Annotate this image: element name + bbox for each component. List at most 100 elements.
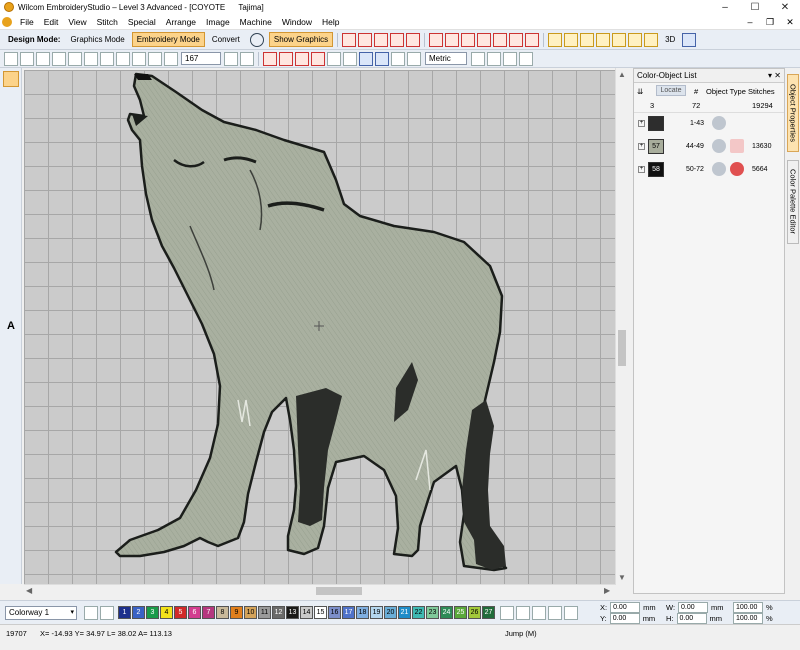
effect-icon[interactable] [644,32,659,47]
menu-arrange[interactable]: Arrange [161,17,201,27]
design-summary-row[interactable]: 3 72 19294 [634,99,784,113]
stitch-type-icon[interactable] [390,32,405,47]
color-chip[interactable]: 7 [202,606,215,619]
h-input[interactable]: 0.00 [676,613,707,624]
save-icon[interactable] [36,51,50,66]
zoom-in-icon[interactable] [148,51,162,66]
color-chip[interactable]: 22 [412,606,425,619]
color-chip[interactable]: 1 [118,606,131,619]
menu-image[interactable]: Image [201,17,235,27]
show-fills-icon[interactable] [295,51,309,66]
color-chip[interactable]: 8 [216,606,229,619]
satin-icon[interactable] [3,166,19,182]
color-chip[interactable]: 9 [230,606,243,619]
menu-file[interactable]: File [15,17,39,27]
cut-icon[interactable] [68,51,82,66]
color-chip[interactable]: 5 [174,606,187,619]
horizontal-scrollbar[interactable]: ◀ ▶ [24,584,615,596]
print-icon[interactable] [52,51,66,66]
grid-icon[interactable] [240,51,254,66]
add-color-icon[interactable] [500,605,514,620]
color-chip[interactable]: 6 [188,606,201,619]
knife-icon[interactable] [3,128,19,144]
collapse-all-icon[interactable]: ⇊ [637,87,643,96]
menu-window[interactable]: Window [277,17,317,27]
color-chip[interactable]: 14 [300,606,313,619]
fill-type-icon[interactable] [461,32,476,47]
preferences-icon[interactable] [487,51,501,66]
stitch-type-icon[interactable] [342,32,357,47]
globe-icon[interactable] [249,32,264,47]
stitch-type-icon[interactable] [406,32,421,47]
color-row[interactable]: + 57 44-49 13630 [634,136,784,159]
globe-small-icon[interactable] [407,51,421,66]
colorway-select[interactable]: Colorway 1 ▾ [5,605,77,620]
show-vectors-icon[interactable] [343,51,357,66]
convert-button[interactable]: Convert [207,32,245,47]
x-input[interactable]: 0.00 [610,602,641,613]
scroll-right-icon[interactable]: ▶ [604,586,610,595]
color-chip[interactable]: 26 [468,606,481,619]
panel-controls[interactable]: ▾ ✕ [768,69,781,82]
magnet-icon[interactable] [3,242,19,258]
color-chip[interactable]: 12 [272,606,285,619]
scroll-left-icon[interactable]: ◀ [26,586,32,595]
fill-icon[interactable] [3,185,19,201]
menu-help[interactable]: Help [317,17,344,27]
expand-icon[interactable]: + [638,166,645,173]
lettering-icon[interactable]: A [3,318,19,334]
fill-type-icon[interactable] [493,32,508,47]
graphics-mode-button[interactable]: Graphics Mode [65,32,129,47]
stitch-type-icon[interactable] [374,32,389,47]
color-chip[interactable]: 4 [160,606,173,619]
minimize-button[interactable]: – [710,0,740,14]
scale-x-input[interactable]: 100.00 [733,602,763,613]
color-chip[interactable]: 17 [342,606,355,619]
hoop-icon[interactable] [375,51,389,66]
effect-icon[interactable] [548,32,563,47]
w-input[interactable]: 0.00 [678,602,709,613]
vertical-scrollbar[interactable]: ▲ ▼ [615,68,627,585]
color-chip[interactable]: 21 [398,606,411,619]
panel-toggle-icon[interactable] [519,51,533,66]
color-chip[interactable]: 25 [454,606,467,619]
view-icon[interactable] [682,32,697,47]
view-3d-button[interactable]: 3D [660,32,680,47]
applique-icon[interactable] [3,375,19,391]
fill-type-icon[interactable] [477,32,492,47]
wolf-embroidery-design[interactable] [24,70,615,584]
effect-icon[interactable] [564,32,579,47]
design-canvas[interactable] [24,70,615,584]
show-connectors-icon[interactable] [311,51,325,66]
show-stitches-icon[interactable] [263,51,277,66]
column-object-type[interactable]: Object Type [706,87,746,96]
copy-icon[interactable] [84,51,98,66]
color-chip[interactable]: 13 [286,606,299,619]
open-icon[interactable] [20,51,34,66]
zoom-input[interactable]: 167 [181,52,221,65]
effect-icon[interactable] [628,32,643,47]
fill-type-icon[interactable] [525,32,540,47]
color-chip[interactable]: 20 [384,606,397,619]
run-stitch-icon[interactable] [3,147,19,163]
lock-icon[interactable] [564,605,578,620]
y-input[interactable]: 0.00 [609,613,640,624]
doc-close-button[interactable]: ✕ [780,14,800,30]
color-chip[interactable]: 16 [328,606,341,619]
scroll-down-icon[interactable]: ▼ [618,573,626,582]
scroll-up-icon[interactable]: ▲ [618,70,626,79]
maximize-button[interactable]: ☐ [740,0,770,14]
expand-icon[interactable]: + [638,143,645,150]
column-number[interactable]: # [694,87,698,96]
realistic-view-icon[interactable] [359,51,373,66]
fill-type-icon[interactable] [445,32,460,47]
paste-icon[interactable] [100,51,114,66]
motif-icon[interactable] [3,394,19,410]
circle-icon[interactable] [3,223,19,239]
color-chip[interactable]: 10 [244,606,257,619]
effect-icon[interactable] [612,32,627,47]
close-button[interactable]: ✕ [770,0,800,14]
team-names-icon[interactable] [3,337,19,353]
show-outlines-icon[interactable] [279,51,293,66]
effect-icon[interactable] [596,32,611,47]
